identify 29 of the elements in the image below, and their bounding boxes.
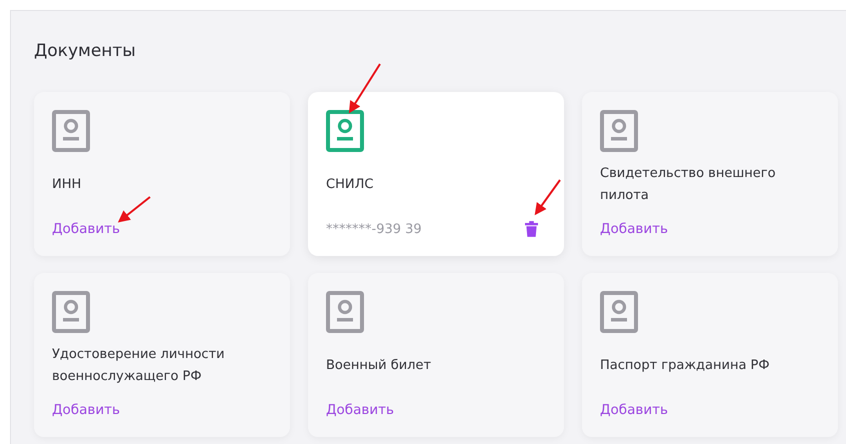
id-card-icon <box>326 110 364 152</box>
document-title: СНИЛС <box>326 176 374 194</box>
annotation-arrow <box>534 179 561 216</box>
document-card[interactable]: ИНН Добавить <box>34 92 290 256</box>
document-title: ИНН <box>52 176 82 194</box>
document-card[interactable]: Удостоверение личности военнослужащего РФ Добавить <box>34 273 290 437</box>
document-title: Свидетельство внешнего пилота <box>600 165 777 205</box>
document-title: Военный билет <box>326 357 432 375</box>
add-link[interactable]: Добавить <box>326 402 394 418</box>
document-card[interactable]: Военный билет Добавить <box>308 273 564 437</box>
document-card[interactable]: СНИЛС *******-939 39 <box>308 92 564 256</box>
document-title: Удостоверение личности военнослужащего РФ <box>52 346 226 386</box>
annotation-arrow <box>348 63 381 114</box>
document-card[interactable]: Паспорт гражданина РФ Добавить <box>582 273 838 437</box>
id-card-icon <box>52 110 90 152</box>
id-card-icon <box>600 291 638 333</box>
id-card-icon <box>600 110 638 152</box>
trash-icon[interactable] <box>525 221 538 237</box>
add-link[interactable]: Добавить <box>600 402 668 418</box>
section-title: Документы <box>34 40 137 63</box>
add-link[interactable]: Добавить <box>52 402 120 418</box>
add-link[interactable]: Добавить <box>52 221 120 237</box>
document-number: *******-939 39 <box>326 222 422 236</box>
document-title: Паспорт гражданина РФ <box>600 357 770 375</box>
annotation-arrow <box>118 196 151 222</box>
document-card[interactable]: Свидетельство внешнего пилота Добавить <box>582 92 838 256</box>
id-card-icon <box>326 291 364 333</box>
id-card-icon <box>52 291 90 333</box>
add-link[interactable]: Добавить <box>600 221 668 237</box>
